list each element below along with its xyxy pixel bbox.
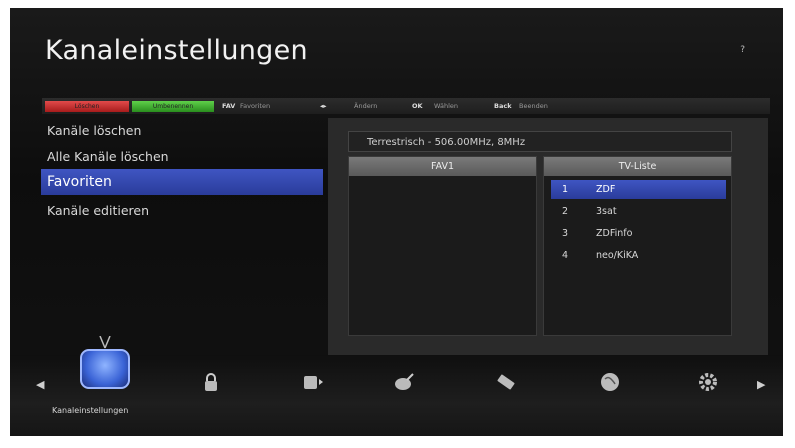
dock-label: Kanaleinstellungen [52, 406, 129, 415]
dock-right-arrow-icon[interactable]: ▶ [757, 378, 765, 391]
rename-button[interactable]: Umbenennen [132, 101, 214, 112]
ok-key-label: OK [412, 102, 423, 110]
channel-number: 1 [562, 184, 569, 195]
menu-item-edit-channels[interactable]: Kanäle editieren [41, 198, 323, 224]
channel-number: 4 [562, 250, 569, 261]
fav-hint-text: Favoriten [240, 102, 271, 110]
page-title: Kanaleinstellungen [45, 35, 308, 66]
fav-list-header: FAV1 [349, 157, 536, 176]
channel-number: 3 [562, 228, 569, 239]
usb-icon[interactable] [494, 370, 518, 394]
satellite-icon[interactable] [393, 370, 417, 394]
menu-item-delete-channels[interactable]: Kanäle löschen [41, 118, 323, 144]
gear-icon[interactable] [696, 370, 720, 394]
channel-row[interactable]: 4 neo/KiKA [551, 246, 726, 265]
channel-number: 2 [562, 206, 569, 217]
menu-item-favorites[interactable]: Favoriten [41, 169, 323, 195]
select-hint-text: Wählen [434, 102, 459, 110]
arrows-key-icon: ◂▸ [320, 102, 327, 110]
tv-list-header: TV-Liste [544, 157, 731, 176]
menu-item-delete-all-channels[interactable]: Alle Kanäle löschen [41, 144, 323, 170]
help-icon[interactable]: ? [740, 45, 745, 55]
dock-left-arrow-icon[interactable]: ◀ [36, 378, 44, 391]
media-icon[interactable] [301, 370, 325, 394]
lock-icon[interactable] [199, 370, 223, 394]
screen: Kanaleinstellungen ? Löschen Umbenennen … [10, 8, 783, 436]
back-key-label: Back [494, 102, 512, 110]
channel-row[interactable]: 2 3sat [551, 202, 726, 221]
exit-hint-text: Beenden [519, 102, 548, 110]
channel-name: neo/KiKA [596, 250, 639, 261]
antenna-icon [99, 336, 111, 349]
channel-row[interactable]: 3 ZDFinfo [551, 224, 726, 243]
tv-icon[interactable] [80, 349, 130, 389]
channel-name: 3sat [596, 206, 617, 217]
globe-icon[interactable] [598, 370, 622, 394]
change-hint-text: Ändern [354, 102, 378, 110]
hint-bar: Löschen Umbenennen FAV Favoriten ◂▸ Ände… [42, 98, 770, 114]
transponder-info: Terrestrisch - 506.00MHz, 8MHz [348, 131, 732, 152]
delete-button[interactable]: Löschen [45, 101, 129, 112]
tv-list[interactable]: TV-Liste 1 ZDF 2 3sat 3 ZDFinfo 4 neo/Ki… [543, 156, 732, 336]
channel-row[interactable]: 1 ZDF [551, 180, 726, 199]
channel-name: ZDF [596, 184, 616, 195]
fav-list[interactable]: FAV1 [348, 156, 537, 336]
channel-name: ZDFinfo [596, 228, 633, 239]
fav-key-label: FAV [222, 102, 236, 110]
